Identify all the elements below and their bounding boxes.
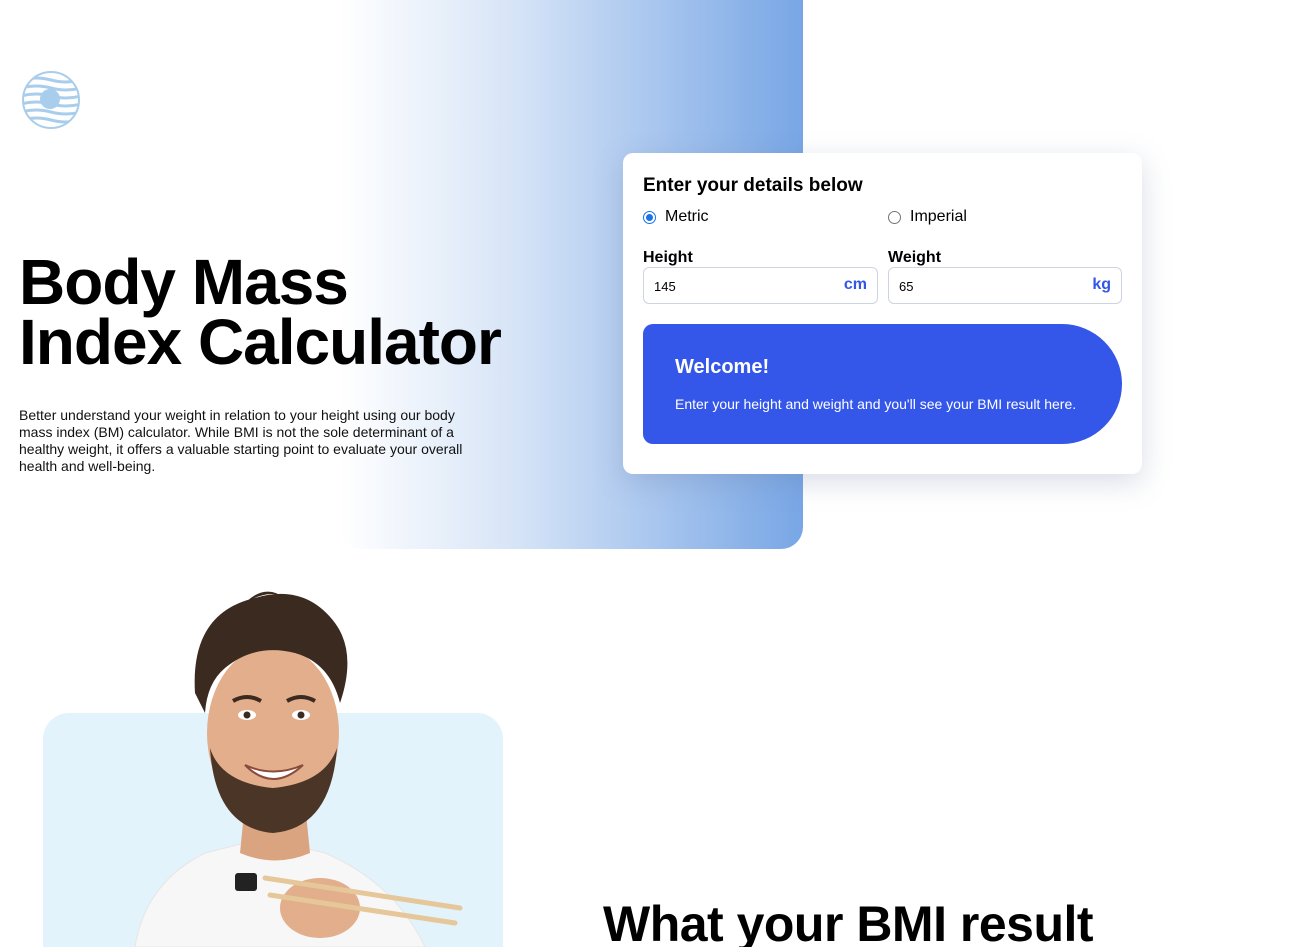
height-field[interactable]: cm (643, 267, 878, 304)
result-title: Welcome! (675, 356, 770, 378)
man-eating-sushi-image (134, 591, 463, 947)
hero-description: Better understand your weight in relatio… (19, 407, 463, 474)
height-label: Height (643, 249, 693, 266)
height-unit: cm (843, 276, 867, 293)
section-title: What your BMI result (603, 896, 1094, 947)
hero-title: Body Mass Index Calculator (19, 246, 502, 378)
bmi-calculator-card: Enter your details below Metric Imperial… (623, 153, 1142, 474)
metric-radio-button[interactable] (643, 210, 656, 224)
weight-label: Weight (888, 249, 942, 266)
logo-icon[interactable] (21, 70, 81, 130)
weight-input[interactable] (899, 276, 1069, 296)
bmi-result-panel: Welcome! Enter your height and weight an… (643, 324, 1122, 444)
weight-unit: kg (1092, 276, 1111, 293)
result-text: Enter your height and weight and you'll … (675, 396, 1077, 412)
metric-radio-option[interactable]: Metric (643, 208, 709, 226)
metric-radio-label: Metric (665, 208, 709, 225)
imperial-radio-label: Imperial (910, 208, 967, 225)
form-title: Enter your details below (643, 175, 863, 196)
imperial-radio-option[interactable]: Imperial (888, 208, 967, 226)
imperial-radio-button[interactable] (888, 210, 901, 224)
weight-field[interactable]: kg (888, 267, 1122, 304)
page: Body Mass Index Calculator Better unders… (0, 0, 1299, 947)
height-input[interactable] (654, 276, 824, 296)
